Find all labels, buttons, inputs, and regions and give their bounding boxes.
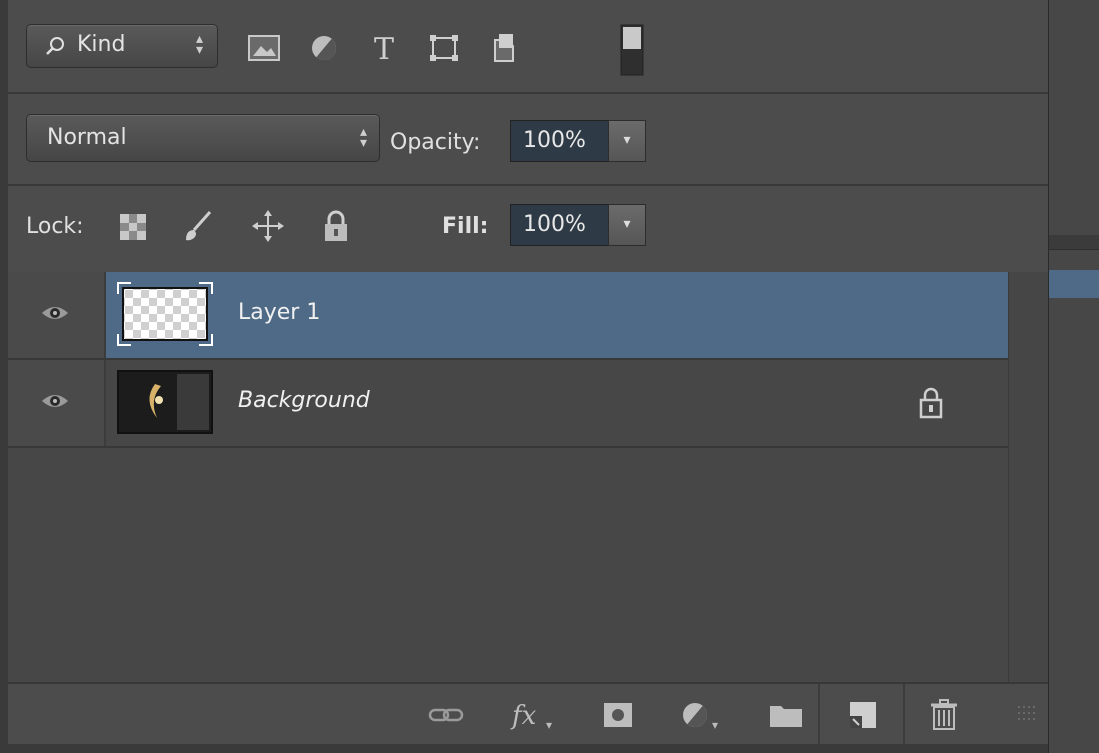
shape-filter-icon[interactable]	[426, 30, 462, 66]
new-layer-icon[interactable]	[844, 698, 880, 732]
blend-mode-value: Normal	[47, 125, 127, 150]
layer-mask-icon[interactable]	[600, 698, 636, 732]
blend-bar: Normal ▴ ▾ Opacity: 100% ▾	[8, 94, 1048, 186]
eye-icon	[42, 395, 68, 407]
lock-position-icon[interactable]	[250, 207, 286, 245]
lock-bar: Lock: Fill: 100% ▾	[8, 186, 1048, 274]
opacity-field[interactable]: 100%	[510, 120, 616, 162]
resize-grip-icon[interactable]	[1016, 700, 1042, 730]
fill-label: Fill:	[442, 214, 489, 239]
image-filter-icon[interactable]	[246, 30, 282, 66]
search-icon	[46, 37, 64, 55]
lock-image-pixels-icon[interactable]	[180, 207, 216, 245]
selected-indicator	[1049, 270, 1099, 298]
svg-text:▾: ▾	[546, 718, 552, 732]
layers-scrollbar[interactable]	[1008, 272, 1049, 682]
group-folder-icon[interactable]	[766, 698, 806, 732]
canvas-area-edge	[1048, 0, 1099, 753]
trash-icon[interactable]	[926, 698, 962, 732]
layers-footer: fx ▾ ▾	[8, 682, 1048, 746]
layer-name[interactable]: Background	[238, 388, 370, 413]
layer-thumbnail[interactable]	[117, 282, 213, 346]
filter-toggle-icon[interactable]	[620, 24, 644, 76]
lock-icon	[919, 387, 943, 419]
kind-label: Kind	[77, 32, 126, 57]
updown-arrows-icon: ▴ ▾	[195, 31, 203, 58]
updown-arrows-icon: ▴ ▾	[359, 124, 367, 151]
opacity-dropdown-button[interactable]: ▾	[608, 120, 646, 162]
layer-row[interactable]: Layer 1	[8, 272, 1008, 360]
visibility-toggle[interactable]	[8, 360, 106, 446]
svg-text:▾: ▾	[712, 718, 718, 732]
layers-panel: Kind ▴ ▾ T Normal ▴ ▾ Opacity: 100% ▾ Lo…	[8, 0, 1049, 753]
kind-filter-select[interactable]: Kind ▴ ▾	[26, 24, 218, 68]
fill-dropdown-button[interactable]: ▾	[608, 204, 646, 246]
layers-list: Layer 1 Background	[8, 272, 1008, 682]
smart-object-filter-icon[interactable]	[486, 30, 522, 66]
svg-text:T: T	[374, 32, 394, 66]
link-layers-icon[interactable]	[426, 698, 466, 732]
eye-icon	[42, 307, 68, 319]
adjustment-filter-icon[interactable]	[306, 30, 342, 66]
visibility-toggle[interactable]	[8, 272, 106, 358]
opacity-label: Opacity:	[390, 130, 481, 155]
type-filter-icon[interactable]: T	[366, 30, 402, 66]
adjustment-layer-icon[interactable]: ▾	[678, 698, 724, 732]
fx-icon[interactable]: fx ▾	[508, 698, 558, 732]
lock-transparent-pixels-icon[interactable]	[116, 207, 152, 245]
lock-label: Lock:	[26, 214, 84, 239]
lock-all-icon[interactable]	[318, 207, 354, 245]
fill-field[interactable]: 100%	[510, 204, 616, 246]
layer-thumbnail[interactable]	[117, 370, 213, 434]
footer-divider	[818, 684, 820, 746]
layer-row[interactable]: Background	[8, 360, 1008, 448]
panel-tab-strip	[1049, 235, 1099, 250]
filter-bar: Kind ▴ ▾ T	[8, 0, 1048, 94]
svg-text:fx: fx	[510, 701, 537, 731]
footer-divider	[903, 684, 905, 746]
bottom-edge	[0, 744, 1048, 753]
blend-mode-select[interactable]: Normal ▴ ▾	[26, 114, 380, 162]
layer-name[interactable]: Layer 1	[238, 300, 320, 325]
